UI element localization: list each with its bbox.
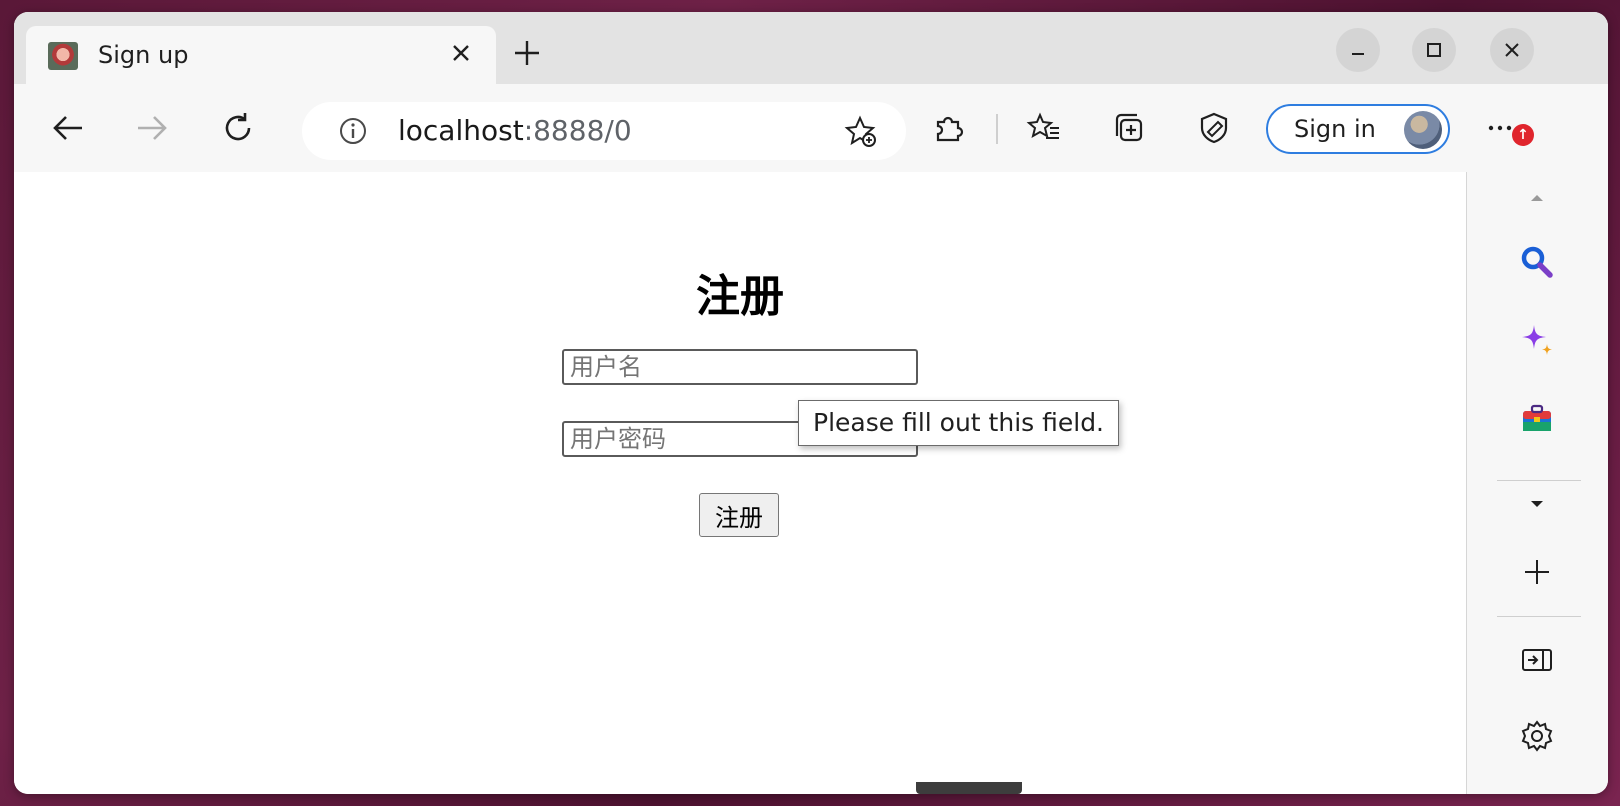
maximize-icon[interactable] bbox=[1412, 28, 1456, 72]
minimize-icon[interactable] bbox=[1336, 28, 1380, 72]
window-handle bbox=[916, 782, 1022, 794]
update-badge: ↑ bbox=[1512, 124, 1534, 146]
extensions-icon[interactable] bbox=[930, 110, 966, 146]
hide-sidebar-icon[interactable] bbox=[1511, 634, 1563, 686]
favicon-icon bbox=[48, 42, 78, 70]
sign-in-label: Sign in bbox=[1294, 115, 1376, 143]
url-path: :8888/0 bbox=[523, 114, 632, 147]
forward-icon[interactable] bbox=[134, 110, 170, 146]
sidebar-divider-2 bbox=[1497, 616, 1581, 617]
toolbar-divider bbox=[996, 114, 998, 144]
add-favorite-icon[interactable] bbox=[842, 114, 878, 154]
add-sidebar-app-icon[interactable] bbox=[1511, 546, 1563, 598]
back-icon[interactable] bbox=[50, 110, 86, 146]
tab-title: Sign up bbox=[98, 41, 189, 69]
url-host: localhost bbox=[398, 114, 524, 147]
collections-icon[interactable] bbox=[1112, 110, 1148, 146]
close-window-icon[interactable] bbox=[1490, 28, 1534, 72]
edge-sidebar bbox=[1466, 172, 1608, 794]
search-icon[interactable] bbox=[1511, 236, 1563, 288]
browser-window: Sign up localhost:8888/0 Sign in ↑ 注册 用户… bbox=[14, 12, 1608, 794]
scroll-down-icon[interactable] bbox=[1511, 478, 1563, 530]
address-bar[interactable]: localhost:8888/0 bbox=[302, 102, 906, 160]
register-button[interactable]: 注册 bbox=[699, 493, 779, 537]
validation-tooltip: Please fill out this field. bbox=[798, 400, 1120, 446]
site-info-icon[interactable] bbox=[338, 116, 368, 150]
browser-toolbar: localhost:8888/0 Sign in ↑ bbox=[14, 84, 1608, 173]
tab-strip: Sign up bbox=[14, 12, 1608, 84]
new-tab-icon[interactable] bbox=[512, 38, 542, 68]
page-content: 注册 注册 Please fill out this field. bbox=[14, 172, 1466, 794]
close-tab-icon[interactable] bbox=[446, 38, 476, 68]
browser-essentials-icon[interactable] bbox=[1196, 110, 1232, 146]
refresh-icon[interactable] bbox=[220, 110, 256, 146]
avatar bbox=[1404, 111, 1442, 149]
tools-briefcase-icon[interactable] bbox=[1511, 392, 1563, 444]
copilot-sparkle-icon[interactable] bbox=[1511, 314, 1563, 366]
sign-in-button[interactable]: Sign in bbox=[1266, 104, 1450, 154]
url-text: localhost:8888/0 bbox=[398, 114, 632, 147]
scroll-up-icon[interactable] bbox=[1511, 172, 1563, 224]
page-title: 注册 bbox=[696, 271, 784, 322]
settings-gear-icon[interactable] bbox=[1511, 710, 1563, 762]
username-input[interactable] bbox=[562, 349, 918, 385]
tab-sign-up[interactable]: Sign up bbox=[26, 26, 496, 84]
favorites-icon[interactable] bbox=[1026, 110, 1062, 146]
